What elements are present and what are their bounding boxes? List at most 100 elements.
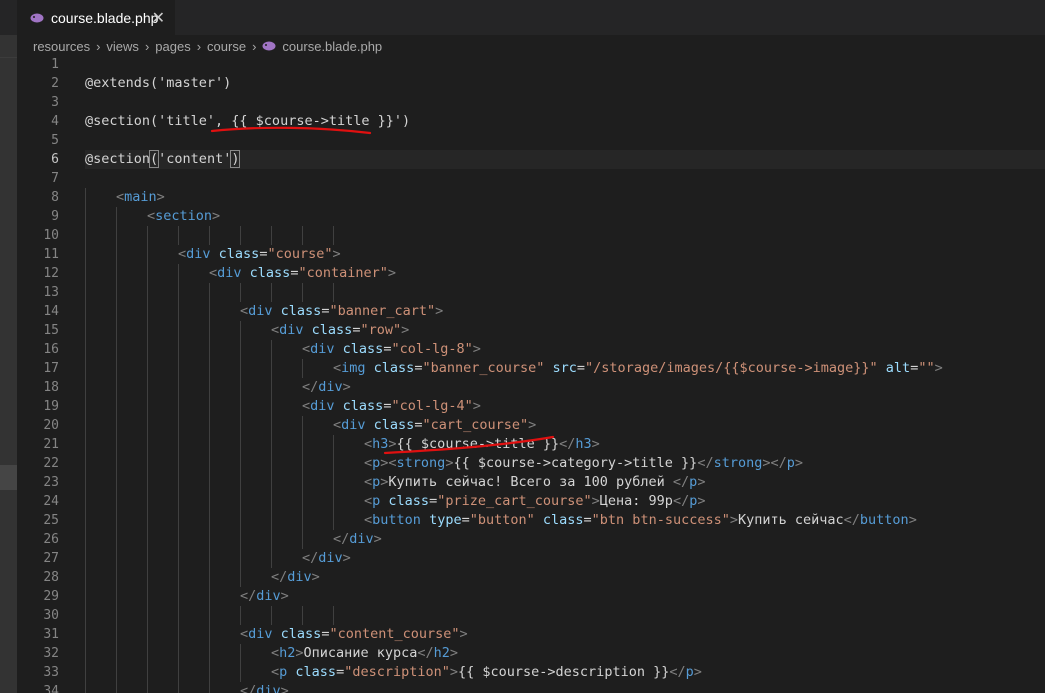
close-icon[interactable]: ✕ (152, 8, 165, 28)
tab-label: course.blade.php (51, 9, 159, 26)
code-token: = (576, 360, 586, 376)
code-line[interactable]: 21 <h3>{{ $course->title }}</h3> (17, 435, 1045, 454)
line-number: 6 (51, 152, 59, 167)
code-line[interactable]: 30 (17, 606, 1045, 625)
code-token: > (459, 626, 468, 642)
code-token: < (240, 626, 249, 642)
code-token: > (332, 246, 341, 262)
code-token: "banner_course" (422, 360, 545, 376)
code-line[interactable]: 8 <main> (17, 188, 1045, 207)
indent-guide (85, 188, 86, 693)
code-token: div (279, 322, 304, 338)
code-line[interactable]: 3 (17, 93, 1045, 112)
code-token: </ (672, 474, 690, 490)
code-line[interactable]: 24 <p class="prize_cart_course">Цена: 99р… (17, 492, 1045, 511)
line-number: 10 (43, 228, 59, 243)
line-number: 11 (43, 247, 59, 262)
code-token: src (552, 360, 577, 376)
breadcrumb-pages[interactable]: pages (155, 39, 190, 54)
code-token: > (449, 645, 459, 661)
code-token: "container" (298, 265, 388, 281)
code-text: </div> (271, 568, 320, 587)
tab-course-blade[interactable]: course.blade.php ✕ (17, 0, 175, 35)
code-line[interactable]: 20 <div class="cart_course"> (17, 416, 1045, 435)
line-number: 26 (43, 532, 59, 547)
code-line[interactable]: 1 (17, 55, 1045, 74)
code-line[interactable]: 12 <div class="container"> (17, 264, 1045, 283)
line-number: 2 (51, 76, 59, 91)
code-token: ) (230, 150, 241, 168)
code-line[interactable]: 7 (17, 169, 1045, 188)
code-text: <button type="button" class="btn btn-suc… (364, 511, 917, 530)
code-token: main (124, 189, 157, 205)
code-token: </ (271, 569, 288, 585)
code-token: class (280, 303, 322, 319)
code-line[interactable]: 32 <h2>Описание курса</h2> (17, 644, 1045, 663)
code-token: </ (302, 379, 319, 395)
code-line[interactable]: 2 @extends('master') (17, 74, 1045, 93)
code-line[interactable]: 31 <div class="content_course"> (17, 625, 1045, 644)
code-line[interactable]: 29 </div> (17, 587, 1045, 606)
code-line[interactable]: 27 </div> (17, 549, 1045, 568)
code-token: strong (396, 455, 446, 471)
code-editor[interactable]: 1 2 @extends('master') 3 4 @section('title', … (17, 55, 1045, 693)
code-token: > (934, 360, 943, 376)
indent-guide (240, 606, 241, 625)
code-line[interactable]: 5 (17, 131, 1045, 150)
code-line[interactable]: 17 <img class="banner_course" src="/stora… (17, 359, 1045, 378)
code-line[interactable]: 28 </div> (17, 568, 1045, 587)
code-token: p (685, 664, 694, 680)
code-line[interactable]: 4 @section('title', {{ $course->title }}'… (17, 112, 1045, 131)
breadcrumb-resources[interactable]: resources (33, 39, 90, 54)
code-line[interactable]: 13 (17, 283, 1045, 302)
breadcrumb-file[interactable]: course.blade.php (282, 39, 382, 54)
chevron-right-icon: › (144, 38, 150, 54)
code-line[interactable]: 11 <div class="course"> (17, 245, 1045, 264)
code-text: <div class="container"> (209, 264, 396, 283)
code-token: "prize_cart_course" (437, 493, 592, 509)
code-line[interactable]: 33 <p class="description">{{ $course->des… (17, 663, 1045, 682)
code-line[interactable]: 23 <p>Купить сейчас! Всего за 100 рублей … (17, 473, 1045, 492)
code-token: < (209, 265, 218, 281)
line-number: 1 (51, 57, 59, 72)
activity-highlight (0, 465, 17, 490)
code-line[interactable]: 34 </div> (17, 682, 1045, 693)
code-line[interactable]: 26 </div> (17, 530, 1045, 549)
line-number: 14 (43, 304, 59, 319)
indent-guide (333, 283, 334, 302)
code-token: "cart_course" (422, 417, 529, 433)
code-text: <div class="col-lg-8"> (302, 340, 481, 359)
code-line[interactable]: 18 </div> (17, 378, 1045, 397)
chevron-right-icon: › (196, 38, 202, 54)
code-line[interactable]: 10 (17, 226, 1045, 245)
code-token: p (786, 455, 795, 471)
code-token: h2 (279, 645, 296, 661)
line-number: 18 (43, 380, 59, 395)
code-line[interactable]: 15 <div class="row"> (17, 321, 1045, 340)
code-line[interactable]: 6 @section('content') (17, 150, 1045, 169)
code-line[interactable]: 25 <button type="button" class="btn btn-s… (17, 511, 1045, 530)
code-token: div (318, 550, 343, 566)
line-number: 16 (43, 342, 59, 357)
code-line[interactable]: 16 <div class="col-lg-8"> (17, 340, 1045, 359)
tab-bar: course.blade.php ✕ (0, 0, 1045, 35)
code-token: strong (713, 455, 763, 471)
indent-guide (271, 606, 272, 625)
code-token: > (342, 379, 351, 395)
code-line[interactable]: 22 <p><strong>{{ $course->category->title… (17, 454, 1045, 473)
code-token: class (280, 626, 322, 642)
code-text: <p>Купить сейчас! Всего за 100 рублей </… (364, 473, 705, 492)
breadcrumb-course[interactable]: course (207, 39, 246, 54)
code-token: "" (918, 360, 935, 376)
code-token: > (697, 493, 706, 509)
code-line[interactable]: 14 <div class="banner_cart"> (17, 302, 1045, 321)
indent-guide (209, 283, 210, 693)
code-line[interactable]: 9 <section> (17, 207, 1045, 226)
code-text: <p class="prize_cart_course">Цена: 99р</… (364, 492, 705, 511)
indent-guide (240, 644, 241, 682)
indent-guide (240, 321, 241, 587)
breadcrumb-views[interactable]: views (106, 39, 139, 54)
code-token: < (302, 341, 311, 357)
code-line[interactable]: 19 <div class="col-lg-4"> (17, 397, 1045, 416)
